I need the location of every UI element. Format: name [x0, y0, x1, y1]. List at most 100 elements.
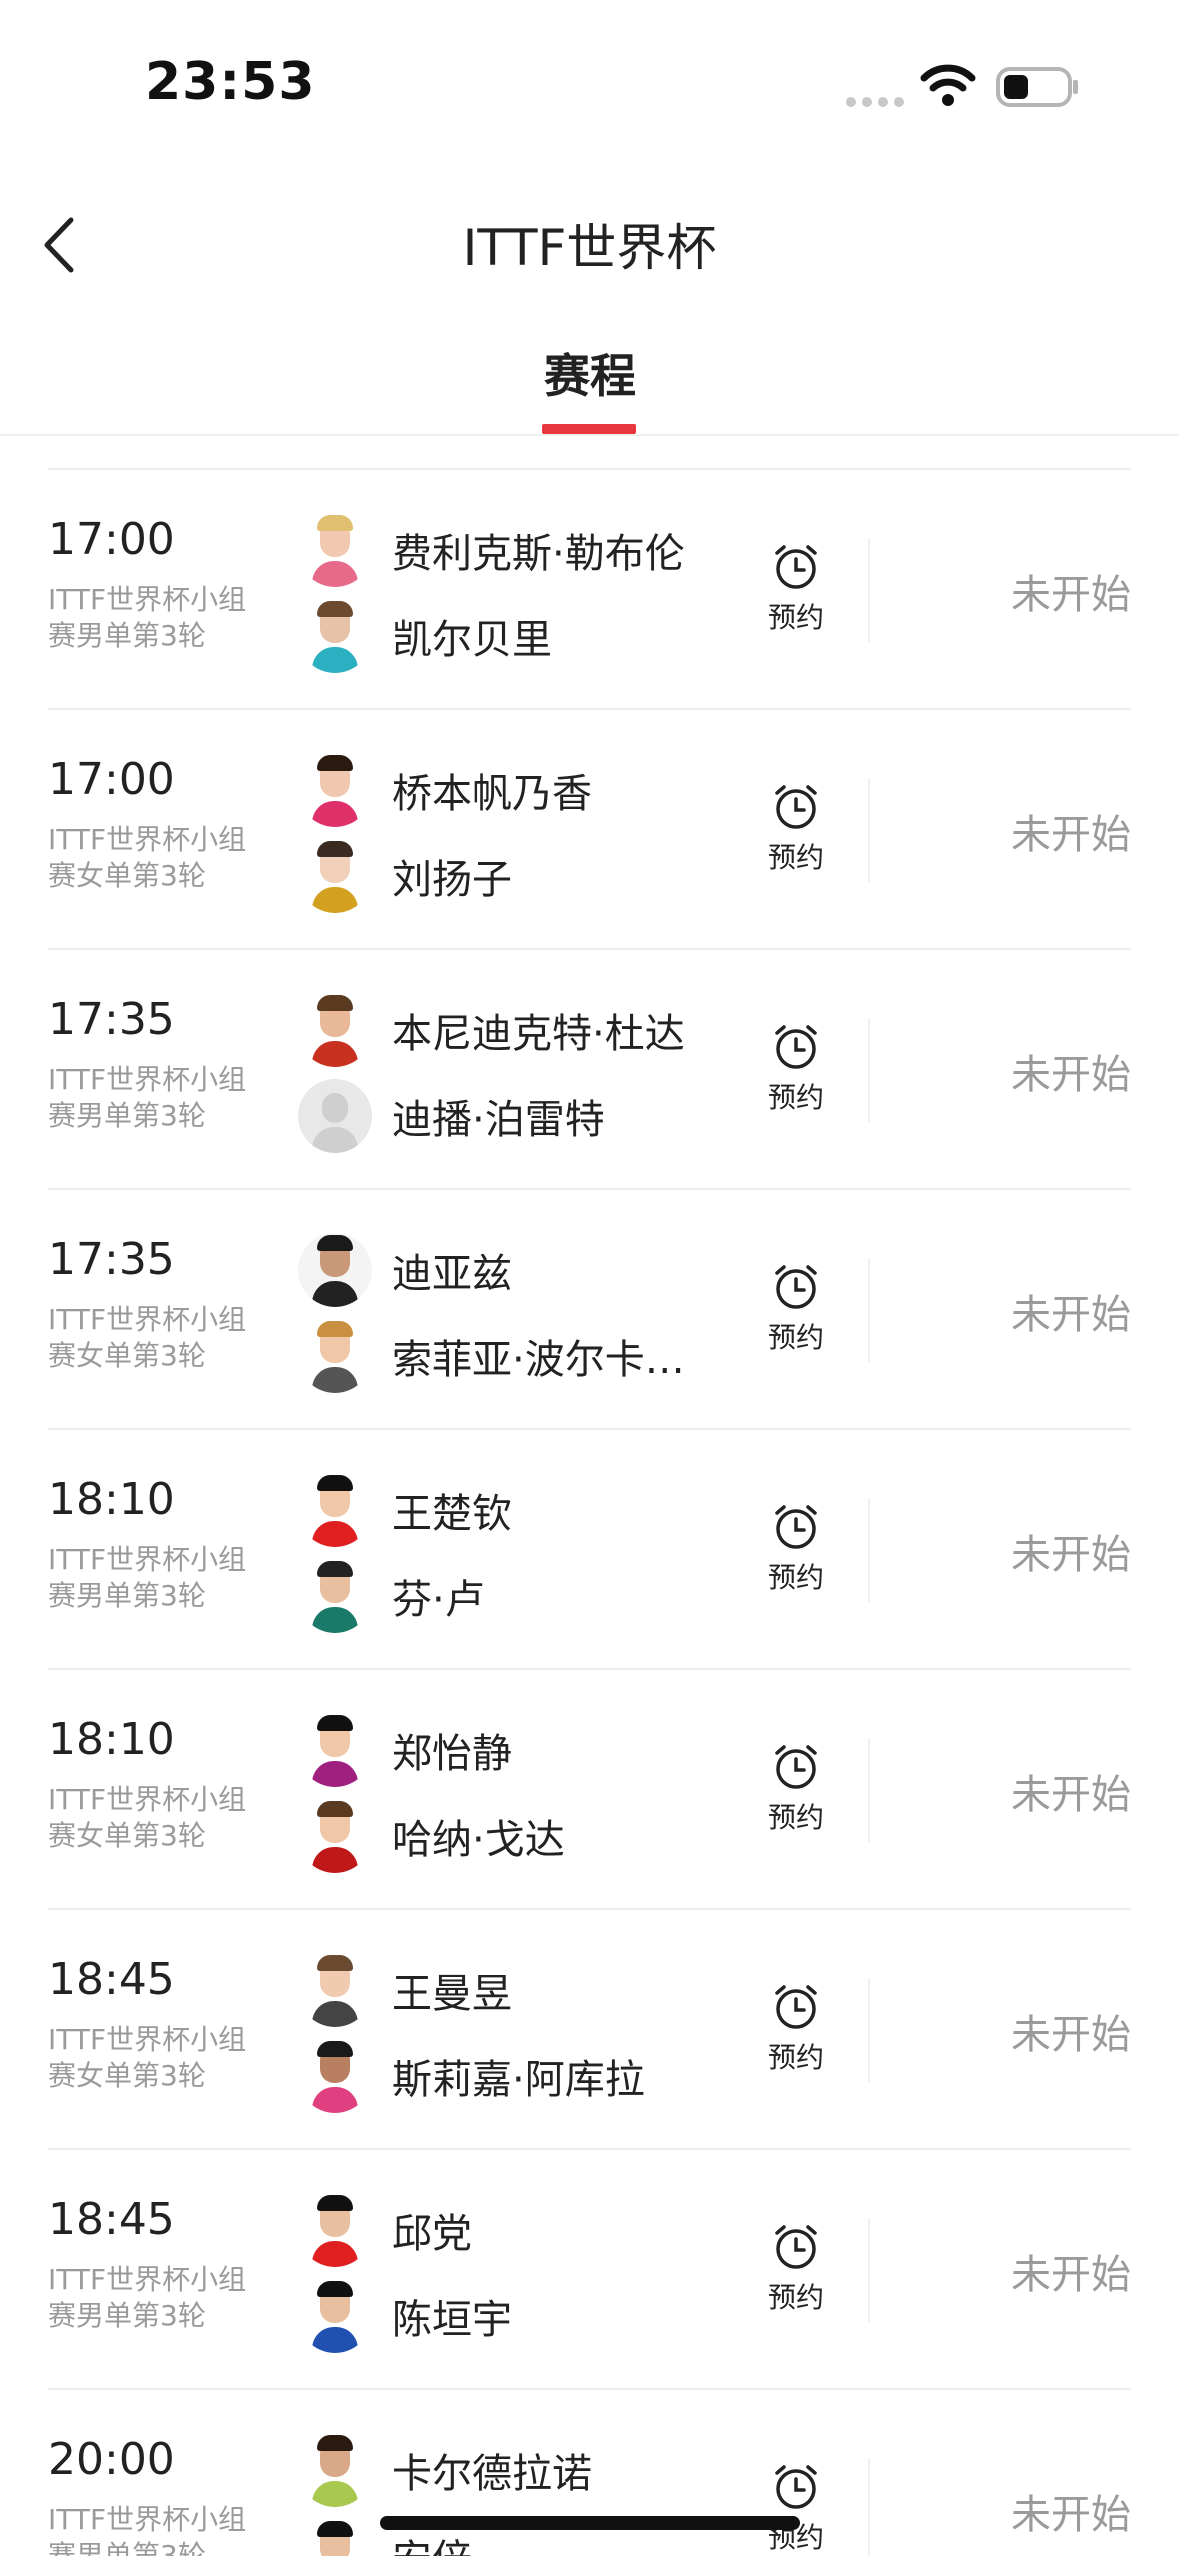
player-home: 王楚钦: [298, 1472, 512, 1548]
player-name: 桥本帆乃香: [392, 771, 592, 817]
player-name: 凯尔贝里: [392, 617, 552, 663]
reminder-label: 预约: [767, 1081, 824, 1114]
alarm-clock-icon: [775, 1745, 817, 1789]
player-name: 斯莉嘉·阿库拉: [392, 2057, 645, 2103]
player-avatar: [298, 1713, 372, 1787]
player-name: 迪亚兹: [392, 1251, 512, 1297]
status-bar: 23:53: [0, 0, 1179, 160]
reminder-label: 预约: [767, 841, 824, 874]
match-status: 未开始: [1011, 1292, 1131, 1338]
reminder-button[interactable]: 预约: [756, 1262, 836, 1356]
match-row[interactable]: 17:00 ITTF世界杯小组赛女单第3轮 桥本帆乃香 刘扬子 预约 未开始: [48, 708, 1131, 948]
reminder-button[interactable]: 预约: [756, 542, 836, 636]
player-name: 安倍: [392, 2527, 472, 2556]
alarm-clock-icon: [775, 785, 817, 829]
match-row[interactable]: 18:45 ITTF世界杯小组赛男单第3轮 邱党 陈垣宇 预约 未开始: [48, 2148, 1131, 2388]
divider: [868, 2458, 870, 2556]
match-status: 未开始: [1011, 2252, 1131, 2298]
reminder-button[interactable]: 预约: [756, 2462, 836, 2556]
alarm-clock-icon: [775, 1025, 817, 1069]
reminder-button[interactable]: 预约: [756, 1502, 836, 1596]
player-avatar: [298, 2039, 372, 2113]
player-name: 卡尔德拉诺: [392, 2451, 592, 2497]
divider: [868, 1738, 870, 1842]
match-row[interactable]: 17:00 ITTF世界杯小组赛男单第3轮 费利克斯·勒布伦 凯尔贝里 预约 未…: [48, 468, 1131, 708]
match-round: ITTF世界杯小组赛男单第3轮: [48, 2263, 247, 2332]
player-away: 索菲亚·波尔卡…: [298, 1318, 685, 1394]
divider: [868, 778, 870, 882]
reminder-button[interactable]: 预约: [756, 782, 836, 876]
battery-icon: [996, 67, 1078, 107]
player-away: 刘扬子: [298, 838, 512, 914]
match-row[interactable]: 17:35 ITTF世界杯小组赛女单第3轮 迪亚兹 索菲亚·波尔卡… 预约 未开…: [48, 1188, 1131, 1428]
status-time: 23:53: [145, 52, 316, 112]
tab-bar: 赛程: [0, 320, 1179, 436]
alarm-clock-icon: [775, 545, 817, 589]
reminder-label: 预约: [767, 1321, 824, 1354]
match-status: 未开始: [1011, 2492, 1131, 2538]
match-row[interactable]: 20:00 ITTF世界杯小组赛男单第3轮 卡尔德拉诺 安倍 预约 未开始: [48, 2388, 1131, 2556]
player-name: 邱党: [392, 2211, 472, 2257]
player-avatar: [298, 2193, 372, 2267]
alarm-clock-icon: [775, 1985, 817, 2029]
divider: [868, 1018, 870, 1122]
divider: [868, 1978, 870, 2082]
player-home: 迪亚兹: [298, 1232, 512, 1308]
player-name: 哈纳·戈达: [392, 1817, 565, 1863]
player-name: 索菲亚·波尔卡…: [392, 1337, 685, 1383]
match-time: 18:10: [48, 1714, 175, 1765]
player-home: 郑怡静: [298, 1712, 512, 1788]
match-time: 18:10: [48, 1474, 175, 1525]
reminder-button[interactable]: 预约: [756, 1982, 836, 2076]
divider: [868, 1258, 870, 1362]
player-avatar: [298, 1953, 372, 2027]
player-avatar: [298, 839, 372, 913]
match-round: ITTF世界杯小组赛女单第3轮: [48, 823, 247, 892]
reminder-button[interactable]: 预约: [756, 1742, 836, 1836]
app-screen: 23:53 ITTF世界杯 赛程 17:00 ITTF世界杯小组赛男单第3轮 费…: [0, 0, 1179, 2556]
alarm-clock-icon: [775, 1505, 817, 1549]
match-row[interactable]: 18:10 ITTF世界杯小组赛女单第3轮 郑怡静 哈纳·戈达 预约 未开始: [48, 1668, 1131, 1908]
match-status: 未开始: [1011, 812, 1131, 858]
player-avatar: [298, 753, 372, 827]
player-avatar: [298, 2279, 372, 2353]
tab-schedule[interactable]: 赛程: [530, 340, 650, 406]
player-away: 凯尔贝里: [298, 598, 552, 674]
match-round: ITTF世界杯小组赛男单第3轮: [48, 1063, 247, 1132]
match-row[interactable]: 17:35 ITTF世界杯小组赛男单第3轮 本尼迪克特·杜达 迪播·泊雷特 预约…: [48, 948, 1131, 1188]
player-avatar: [298, 513, 372, 587]
player-name: 本尼迪克特·杜达: [392, 1011, 685, 1057]
match-row[interactable]: 18:45 ITTF世界杯小组赛女单第3轮 王曼昱 斯莉嘉·阿库拉 预约 未开始: [48, 1908, 1131, 2148]
player-avatar: [298, 1319, 372, 1393]
reminder-label: 预约: [767, 1801, 824, 1834]
player-avatar: [298, 993, 372, 1067]
match-time: 17:35: [48, 994, 175, 1045]
player-name: 芬·卢: [392, 1577, 485, 1623]
reminder-button[interactable]: 预约: [756, 2222, 836, 2316]
match-round: ITTF世界杯小组赛女单第3轮: [48, 1303, 247, 1372]
player-away: 陈垣宇: [298, 2278, 512, 2354]
player-home: 费利克斯·勒布伦: [298, 512, 685, 588]
player-away: 斯莉嘉·阿库拉: [298, 2038, 645, 2114]
match-round: ITTF世界杯小组赛男单第3轮: [48, 583, 247, 652]
tab-active-indicator: [542, 424, 636, 434]
player-away: 迪播·泊雷特: [298, 1078, 605, 1154]
player-home: 邱党: [298, 2192, 472, 2268]
match-time: 17:00: [48, 754, 175, 805]
reminder-label: 预约: [767, 1561, 824, 1594]
match-row[interactable]: 18:10 ITTF世界杯小组赛男单第3轮 王楚钦 芬·卢 预约 未开始: [48, 1428, 1131, 1668]
player-home: 王曼昱: [298, 1952, 512, 2028]
divider: [868, 1498, 870, 1602]
match-round: ITTF世界杯小组赛女单第3轮: [48, 2023, 247, 2092]
page-title: ITTF世界杯: [462, 219, 717, 277]
player-avatar: [298, 1559, 372, 1633]
player-name: 费利克斯·勒布伦: [392, 531, 685, 577]
home-indicator[interactable]: [380, 2516, 800, 2530]
player-away: 芬·卢: [298, 1558, 485, 1634]
player-home: 本尼迪克特·杜达: [298, 992, 685, 1068]
reminder-button[interactable]: 预约: [756, 1022, 836, 1116]
player-name: 迪播·泊雷特: [392, 1097, 605, 1143]
match-round: ITTF世界杯小组赛男单第3轮: [48, 1543, 247, 1612]
match-time: 20:00: [48, 2434, 175, 2485]
player-home: 卡尔德拉诺: [298, 2432, 592, 2508]
